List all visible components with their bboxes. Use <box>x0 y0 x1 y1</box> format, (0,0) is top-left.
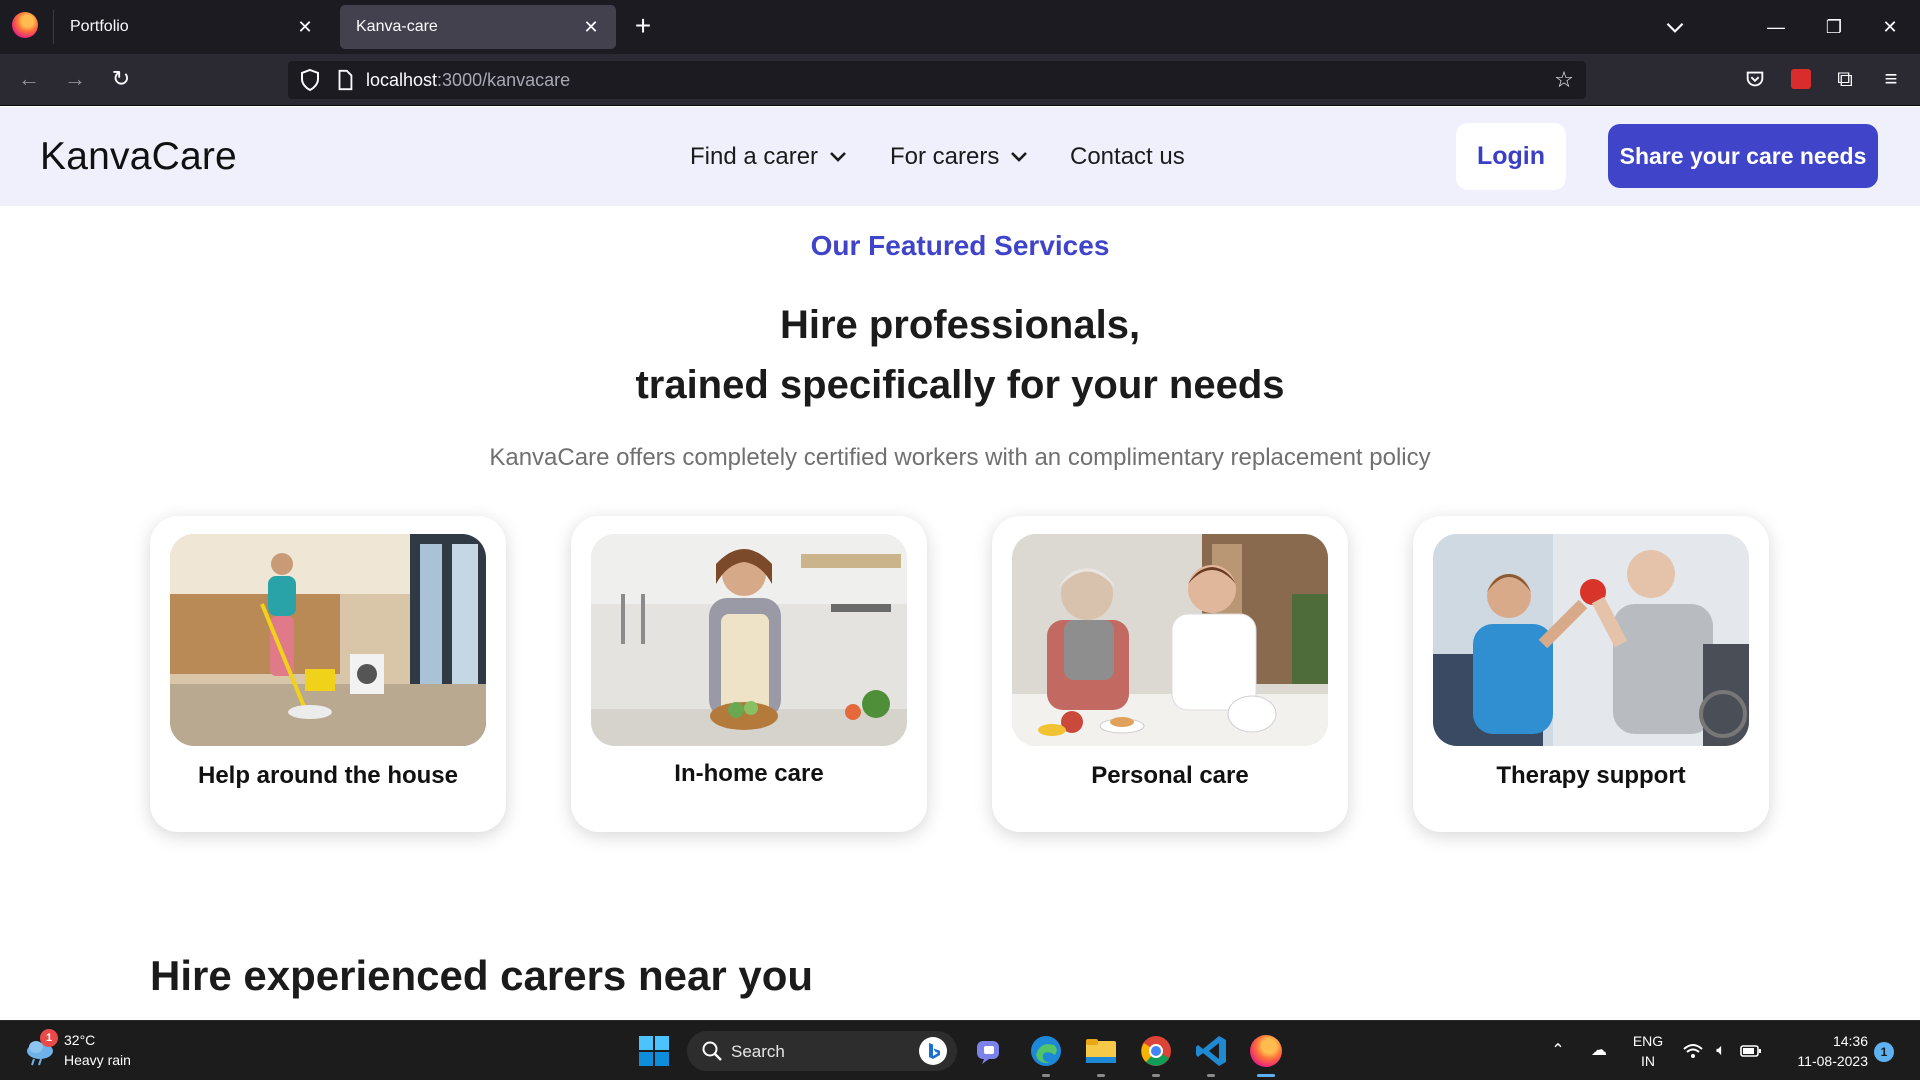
running-indicator <box>1207 1074 1215 1077</box>
site-header: KanvaCare Find a carer For carers Contac… <box>0 107 1920 206</box>
firefox-logo-icon <box>12 12 38 38</box>
tab-title: Kanva-care <box>356 18 438 35</box>
chevron-down-icon <box>830 152 846 162</box>
browser-tab-bar: Portfolio ✕ Kanva-care ✕ + — ❐ ✕ <box>0 0 1920 54</box>
search-icon <box>702 1041 722 1061</box>
weather-temperature: 32°C <box>64 1032 96 1048</box>
extensions-puzzle-icon[interactable]: ⧉ <box>1830 64 1860 94</box>
section-kicker: Our Featured Services <box>810 230 1110 261</box>
running-indicator <box>1097 1074 1105 1077</box>
teams-chat-icon[interactable] <box>972 1033 1008 1069</box>
battery-icon[interactable] <box>1740 1041 1762 1061</box>
chevron-down-icon <box>1011 152 1028 162</box>
file-explorer-icon[interactable] <box>1083 1033 1119 1069</box>
close-tab-icon[interactable]: ✕ <box>294 16 316 38</box>
volume-icon[interactable]: 🔈︎ <box>1710 1041 1732 1061</box>
service-image-elderly-tea <box>1012 534 1328 746</box>
service-title: Personal care <box>1091 762 1249 789</box>
onedrive-offline-icon[interactable]: ☁ <box>1588 1041 1610 1061</box>
url-text[interactable]: localhost:3000/kanvacare <box>366 70 570 91</box>
vscode-icon[interactable] <box>1193 1033 1229 1069</box>
clock-date[interactable]: 11-08-2023 <box>1772 1053 1868 1069</box>
wifi-icon[interactable] <box>1682 1041 1704 1061</box>
service-card-help-around-the-house[interactable]: Help around the house <box>150 516 506 832</box>
service-card-personal-care[interactable]: Personal care <box>992 516 1348 832</box>
share-care-needs-button[interactable]: Share your care needs <box>1608 124 1878 188</box>
service-image-therapy <box>1433 534 1749 746</box>
tracking-protection-shield-icon[interactable] <box>298 68 322 92</box>
forward-arrow-icon[interactable]: → <box>60 64 90 94</box>
running-indicator <box>1042 1074 1050 1077</box>
bookmark-star-icon[interactable]: ☆ <box>1552 68 1576 92</box>
tab-portfolio[interactable]: Portfolio ✕ <box>54 5 330 49</box>
notification-badge[interactable]: 1 <box>1874 1042 1894 1062</box>
back-arrow-icon[interactable]: ← <box>14 64 44 94</box>
nav-label: For carers <box>890 143 1000 170</box>
service-image-cooking <box>591 534 907 746</box>
list-all-tabs-chevron-down-icon[interactable] <box>1662 14 1688 40</box>
nav-contact-us[interactable]: Contact us <box>1070 143 1185 171</box>
pocket-icon[interactable] <box>1740 64 1770 94</box>
nav-for-carers[interactable]: For carers <box>890 143 1029 171</box>
tab-kanva-care[interactable]: Kanva-care ✕ <box>340 5 616 49</box>
new-tab-button[interactable]: + <box>628 12 658 42</box>
edge-browser-icon[interactable] <box>1028 1033 1064 1069</box>
section-heading-carers-near-you: Hire experienced carers near you <box>150 952 814 999</box>
brand-logo[interactable]: KanvaCare <box>40 135 237 179</box>
clock-time[interactable]: 14:36 <box>1772 1033 1868 1049</box>
search-label: Search <box>731 1042 785 1061</box>
running-indicator-active <box>1257 1074 1275 1077</box>
close-window-button[interactable]: ✕ <box>1870 10 1910 44</box>
chrome-browser-icon[interactable] <box>1138 1033 1174 1069</box>
service-title: Help around the house <box>197 762 458 789</box>
running-indicator <box>1152 1074 1160 1077</box>
language-bottom[interactable]: IN <box>1628 1053 1668 1069</box>
url-host: localhost <box>366 70 438 90</box>
hero-subtitle: KanvaCare offers completely certified wo… <box>489 444 1431 471</box>
restore-button[interactable]: ❐ <box>1814 10 1854 44</box>
language-top[interactable]: ENG <box>1628 1033 1668 1049</box>
show-hidden-icons-chevron-up-icon[interactable]: ⌃ <box>1547 1041 1569 1061</box>
minimize-button[interactable]: — <box>1756 10 1796 44</box>
browser-nav-bar: ← → ↻ localhost:3000/kanvacare ☆ ⧉ ≡ <box>0 54 1920 106</box>
page-info-icon[interactable] <box>334 69 356 91</box>
windows-taskbar: 1 32°C Heavy rain Search ⌃ ☁ ENG IN 🔈︎ 1… <box>0 1020 1920 1080</box>
service-card-in-home-care[interactable]: In-home care <box>571 516 927 832</box>
nav-label: Find a carer <box>690 143 819 170</box>
headline-line-2: trained specifically for your needs <box>635 363 1285 407</box>
weather-alert-badge: 1 <box>40 1029 58 1047</box>
nav-label: Contact us <box>1070 143 1185 170</box>
url-path: :3000/kanvacare <box>437 70 571 90</box>
bing-icon[interactable] <box>919 1037 947 1065</box>
service-title: Therapy support <box>1496 762 1686 789</box>
tab-title: Portfolio <box>70 18 129 35</box>
extension-red-icon[interactable] <box>1786 64 1816 94</box>
taskbar-search-box[interactable]: Search <box>687 1031 957 1071</box>
firefox-taskbar-icon[interactable] <box>1248 1033 1284 1069</box>
hamburger-menu-icon[interactable]: ≡ <box>1876 64 1906 94</box>
nav-find-a-carer[interactable]: Find a carer <box>690 143 848 171</box>
reload-icon[interactable]: ↻ <box>106 64 136 94</box>
service-card-therapy-support[interactable]: Therapy support <box>1413 516 1769 832</box>
page-headline: Hire professionals, trained specifically… <box>0 295 1920 415</box>
login-button[interactable]: Login <box>1456 123 1566 190</box>
service-title: In-home care <box>674 760 824 787</box>
weather-description: Heavy rain <box>64 1052 131 1068</box>
close-tab-icon[interactable]: ✕ <box>580 16 602 38</box>
windows-start-icon[interactable] <box>636 1033 672 1069</box>
headline-line-1: Hire professionals, <box>779 303 1141 347</box>
address-bar[interactable]: localhost:3000/kanvacare ☆ <box>288 61 1586 99</box>
service-image-cleaning <box>170 534 486 746</box>
